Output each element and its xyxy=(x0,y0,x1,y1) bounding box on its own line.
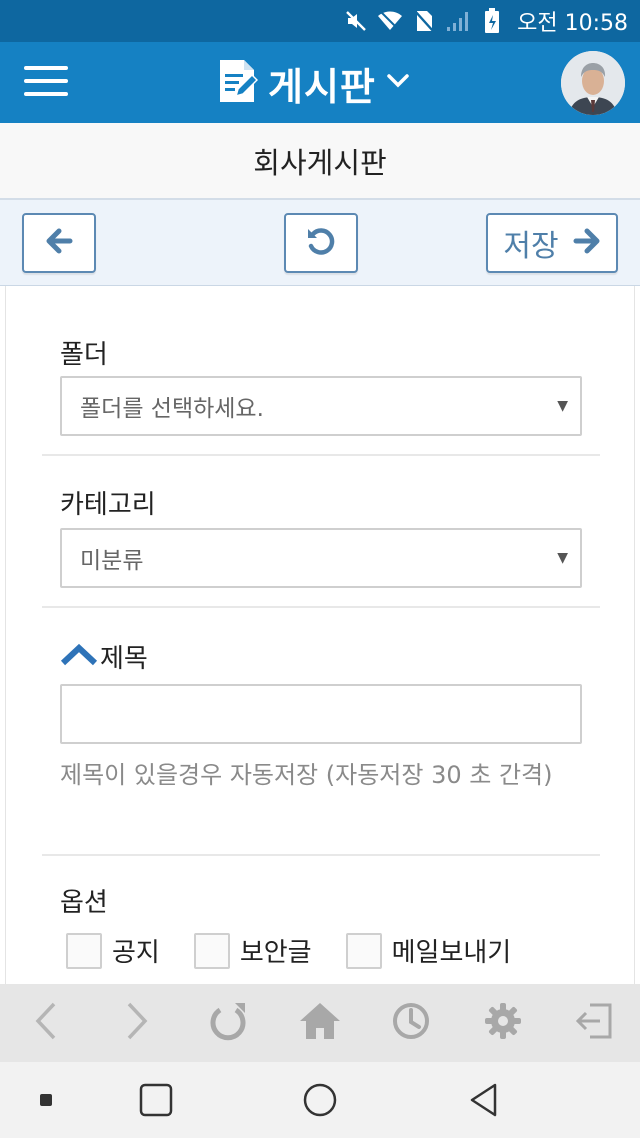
status-time: 오전 10:58 xyxy=(517,11,628,36)
browser-home-button[interactable] xyxy=(274,984,365,1062)
settings-icon xyxy=(483,1001,523,1045)
user-avatar[interactable] xyxy=(561,51,625,115)
chevron-down-icon xyxy=(386,73,410,93)
option-send-mail[interactable]: 메일보내기 xyxy=(345,932,512,969)
browser-settings-button[interactable] xyxy=(457,984,548,1062)
no-sim-icon xyxy=(411,8,437,34)
options-row: 공지 보안글 메일보내기 xyxy=(66,932,545,969)
board-name: 회사게시판 xyxy=(253,145,387,180)
status-bar: 오전 10:58 xyxy=(0,0,640,42)
chevron-up-icon[interactable] xyxy=(60,643,98,671)
board-title-dropdown[interactable]: 게시판 xyxy=(218,56,410,110)
category-label: 카테고리 xyxy=(60,490,156,520)
secure-post-label: 보안글 xyxy=(239,938,312,968)
app-title: 게시판 xyxy=(268,64,376,109)
signal-icon xyxy=(445,8,471,34)
notice-label: 공지 xyxy=(112,938,160,968)
autosave-hint: 제목이 있을경우 자동저장 (자동저장 30 초 간격) xyxy=(60,761,553,789)
system-navigation-bar xyxy=(0,1062,640,1138)
folder-section: 폴더 폴더를 선택하세요. ▼ xyxy=(42,286,600,456)
board-document-icon xyxy=(218,58,259,108)
logout-icon xyxy=(572,1001,616,1045)
refresh-icon xyxy=(304,224,338,262)
arrow-left-icon xyxy=(45,228,73,258)
app-bar: 게시판 xyxy=(0,42,640,123)
caret-down-icon: ▼ xyxy=(557,550,568,566)
browser-history-button[interactable] xyxy=(366,984,457,1062)
mute-icon xyxy=(343,8,369,34)
refresh-button[interactable] xyxy=(284,213,358,273)
subject-section: 제목 제목이 있을경우 자동저장 (자동저장 30 초 간격) xyxy=(42,608,600,856)
back-icon xyxy=(34,1001,58,1045)
browser-logout-button[interactable] xyxy=(548,984,639,1062)
secure-post-checkbox[interactable] xyxy=(193,932,230,969)
board-name-header: 회사게시판 xyxy=(0,123,640,200)
category-section: 카테고리 미분류 ▼ xyxy=(42,456,600,608)
post-form: 폴더 폴더를 선택하세요. ▼ 카테고리 미분류 ▼ 제목 제목이 있을경우 자… xyxy=(5,286,635,984)
save-button[interactable]: 저장 xyxy=(486,213,618,273)
wifi-icon xyxy=(377,8,403,34)
home-icon xyxy=(298,1001,342,1045)
hamburger-menu-icon[interactable] xyxy=(24,64,70,100)
overview-square-icon[interactable] xyxy=(136,1080,176,1120)
notice-checkbox[interactable] xyxy=(66,932,102,969)
folder-select[interactable]: 폴더를 선택하세요. ▼ xyxy=(60,376,582,436)
battery-icon xyxy=(479,8,505,34)
option-secure-post[interactable]: 보안글 xyxy=(193,932,312,969)
subject-header[interactable]: 제목 xyxy=(60,638,148,675)
subject-input[interactable] xyxy=(60,684,582,744)
recent-dot-icon[interactable] xyxy=(26,1080,66,1120)
browser-reload-button[interactable] xyxy=(183,984,274,1062)
action-toolbar: 저장 xyxy=(0,200,640,286)
option-notice[interactable]: 공지 xyxy=(66,932,160,969)
send-mail-checkbox[interactable] xyxy=(345,932,382,969)
back-button[interactable] xyxy=(22,213,96,273)
save-label: 저장 xyxy=(503,229,559,264)
category-select[interactable]: 미분류 ▼ xyxy=(60,528,582,588)
browser-back-button[interactable] xyxy=(0,984,91,1062)
caret-down-icon: ▼ xyxy=(557,398,568,414)
browser-toolbar xyxy=(0,984,640,1062)
subject-label: 제목 xyxy=(100,644,148,674)
arrow-right-icon xyxy=(573,228,601,258)
send-mail-label: 메일보내기 xyxy=(391,938,512,968)
browser-forward-button[interactable] xyxy=(91,984,182,1062)
history-icon xyxy=(391,1001,431,1045)
back-triangle-icon[interactable] xyxy=(464,1080,504,1120)
reload-icon xyxy=(208,1001,248,1045)
folder-select-value: 폴더를 선택하세요. xyxy=(80,396,264,422)
home-circle-icon[interactable] xyxy=(300,1080,340,1120)
category-select-value: 미분류 xyxy=(80,548,144,574)
folder-label: 폴더 xyxy=(60,340,108,370)
forward-icon xyxy=(125,1001,149,1045)
options-label: 옵션 xyxy=(60,888,108,918)
